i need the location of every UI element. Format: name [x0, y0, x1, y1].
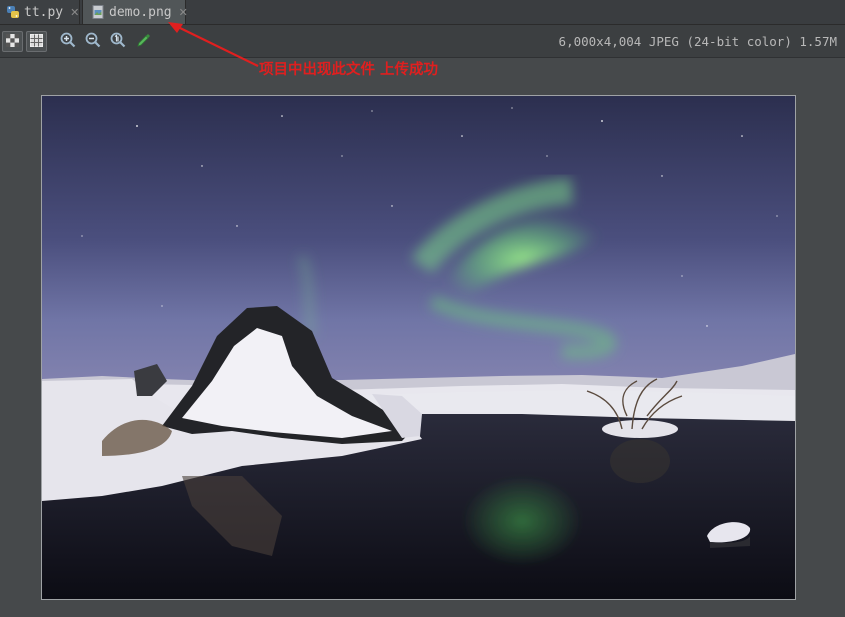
color-picker-icon: [136, 32, 152, 52]
grid-icon: [30, 32, 43, 51]
python-file-icon: [6, 5, 20, 19]
actual-size-icon: [110, 32, 126, 52]
tab-demo-png[interactable]: demo.png ✕: [82, 0, 188, 24]
actual-size-button[interactable]: [107, 31, 128, 52]
chessboard-toggle-button[interactable]: [2, 31, 23, 52]
displayed-image: [41, 95, 796, 600]
chessboard-icon: [6, 32, 19, 51]
zoom-in-button[interactable]: [57, 31, 78, 52]
annotation-text: 项目中出现此文件 上传成功: [259, 62, 439, 78]
image-info-status: 6,000x4,004 JPEG (24-bit color) 1.57M: [558, 34, 837, 49]
color-picker-button[interactable]: [133, 31, 154, 52]
grid-toggle-button[interactable]: [26, 31, 47, 52]
close-icon[interactable]: ✕: [179, 6, 188, 19]
tab-label: tt.py: [24, 4, 64, 20]
image-file-icon: [91, 5, 105, 19]
zoom-out-icon: [85, 32, 101, 52]
tab-tt-py[interactable]: tt.py ✕: [0, 0, 80, 24]
close-icon[interactable]: ✕: [70, 6, 79, 19]
editor-tab-bar: tt.py ✕ demo.png ✕: [0, 0, 845, 25]
tab-label: demo.png: [109, 4, 172, 20]
zoom-in-icon: [60, 32, 76, 52]
image-viewer-toolbar: 6,000x4,004 JPEG (24-bit color) 1.57M: [0, 25, 845, 58]
zoom-out-button[interactable]: [82, 31, 103, 52]
